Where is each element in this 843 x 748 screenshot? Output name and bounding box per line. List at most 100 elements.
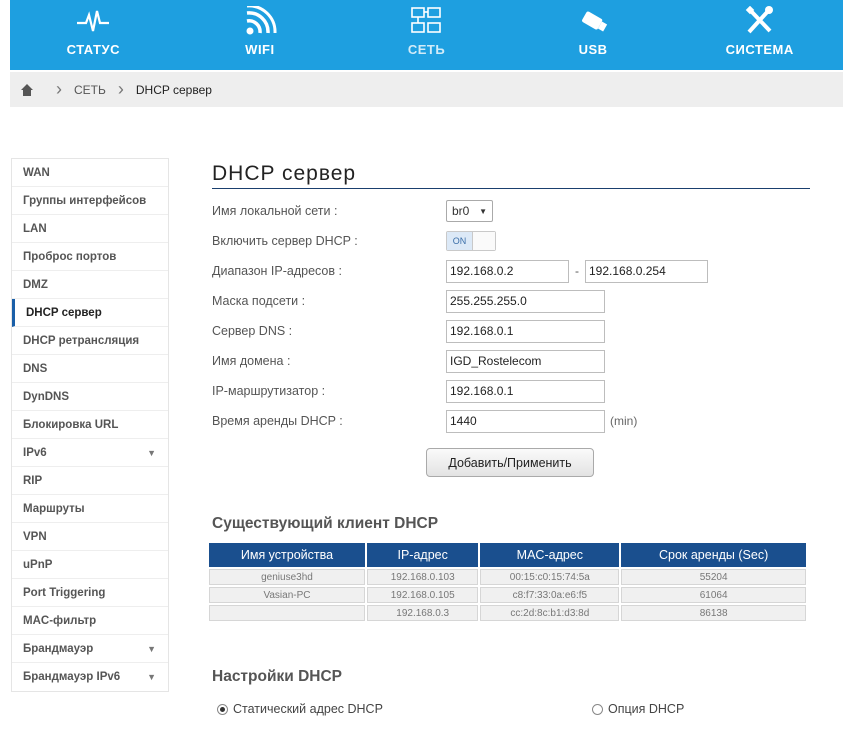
nav-usb[interactable]: USB	[510, 0, 677, 70]
row-domain: Имя домена : IGD_Rostelecom	[212, 349, 605, 373]
table-cell: Vasian-PC	[209, 587, 365, 603]
sidebar-item-label: DHCP сервер	[26, 306, 102, 319]
table-cell: 192.168.0.3	[366, 605, 479, 621]
nav-wifi[interactable]: WIFI	[177, 0, 344, 70]
chevron-right-icon: ›	[56, 79, 62, 99]
table-cell: 86138	[621, 605, 806, 621]
row-ip-range: Диапазон IP-адресов : 192.168.0.2 - 192.…	[212, 259, 708, 283]
ip-range-end-input[interactable]: 192.168.0.254	[585, 259, 708, 283]
breadcrumb-current: DHCP сервер	[135, 82, 212, 97]
dns-input[interactable]: 192.168.0.1	[446, 319, 605, 343]
dhcp-option-radio[interactable]: Опция DHCP	[592, 702, 684, 716]
sidebar-item-wan[interactable]: WAN	[12, 159, 168, 187]
table-cell: 61064	[621, 587, 806, 603]
sidebar-item-label: Группы интерфейсов	[23, 194, 147, 207]
sidebar-item-label: WAN	[23, 166, 50, 179]
dns-label: Сервер DNS :	[212, 324, 293, 338]
sidebar-item-label: uPnP	[23, 558, 53, 571]
static-dhcp-radio[interactable]: Статический адрес DHCP	[217, 702, 383, 716]
lease-label: Время аренды DHCP :	[212, 414, 343, 428]
caret-down-icon: ▼	[147, 447, 156, 458]
breadcrumb-network[interactable]: СЕТЬ	[74, 83, 106, 97]
sidebar-item-port-forwarding[interactable]: Проброс портов	[12, 243, 168, 271]
sidebar-item-label: Блокировка URL	[23, 418, 119, 431]
sidebar-item-label: DHCP ретрансляция	[23, 334, 140, 347]
subnet-input[interactable]: 255.255.255.0	[446, 289, 605, 313]
domain-label: Имя домена :	[212, 354, 291, 368]
column-header: MAC-адрес	[480, 543, 620, 567]
radio-checked-icon	[217, 703, 228, 715]
clients-title: Существующий клиент DHCP	[212, 515, 439, 532]
caret-down-icon: ▼	[147, 643, 156, 654]
caret-down-icon: ▼	[147, 672, 156, 682]
column-header: Имя устройства	[209, 543, 365, 567]
row-dns: Сервер DNS : 192.168.0.1	[212, 319, 605, 343]
sidebar-item-label: DMZ	[23, 278, 48, 291]
sidebar-item-dhcp-relay[interactable]: DHCP ретрансляция	[12, 327, 168, 355]
column-header: IP-адрес	[366, 543, 479, 567]
nav-usb-label: USB	[578, 42, 608, 57]
nav-system[interactable]: СИСТЕМА	[676, 0, 843, 70]
table-row: 192.168.0.3 cc:2d:8c:b1:d3:8d 86138	[209, 605, 806, 621]
sidebar-item-label: IPv6	[23, 446, 47, 459]
pulse-icon	[77, 10, 110, 32]
subnet-label: Маска подсети :	[212, 294, 306, 308]
table-cell: 192.168.0.105	[366, 587, 479, 603]
lease-input[interactable]: 1440	[446, 409, 605, 433]
sidebar-item-dns[interactable]: DNS	[12, 355, 168, 383]
sidebar-item-label: Маршруты	[23, 502, 85, 515]
sidebar-item-dyndns[interactable]: DynDNS	[12, 383, 168, 411]
dropdown-arrow-icon: ▼	[479, 206, 487, 216]
row-router: IP-маршрутизатор : 192.168.0.1	[212, 379, 605, 403]
sidebar-item-lan[interactable]: LAN	[12, 215, 168, 243]
sidebar-item-mac-filter[interactable]: MAC-фильтр	[12, 607, 168, 635]
table-cell: c8:f7:33:0a:e6:f5	[480, 587, 620, 603]
breadcrumb: › СЕТЬ › DHCP сервер	[10, 72, 843, 107]
sidebar-item-routes[interactable]: Маршруты	[12, 495, 168, 523]
sidebar-item-label: Брандмауэр	[23, 642, 94, 655]
column-header: Срок аренды (Sec)	[621, 543, 806, 567]
sidebar: WAN Группы интерфейсов LAN Проброс порто…	[11, 158, 169, 692]
ip-range-start-input[interactable]: 192.168.0.2	[446, 259, 569, 283]
table-cell: 55204	[621, 569, 806, 585]
sidebar-item-firewall-ipv6[interactable]: Брандмауэр IPv6 ▼	[12, 663, 168, 691]
table-cell: 00:15:c0:15:74:5a	[480, 569, 620, 585]
sidebar-item-rip[interactable]: RIP	[12, 467, 168, 495]
lan-name-select[interactable]: br0 ▼	[446, 200, 493, 222]
sidebar-item-port-triggering[interactable]: Port Triggering	[12, 579, 168, 607]
sidebar-item-vpn[interactable]: VPN	[12, 523, 168, 551]
sidebar-item-ipv6[interactable]: IPv6 ▼	[12, 439, 168, 467]
chevron-right-icon: ›	[117, 79, 124, 99]
lan-name-value: br0	[452, 204, 470, 218]
sidebar-item-url-block[interactable]: Блокировка URL	[12, 411, 168, 439]
page-title: DHCP сервер	[212, 162, 357, 185]
ip-range-label: Диапазон IP-адресов :	[212, 264, 342, 278]
dhcp-enable-toggle[interactable]: ON	[446, 231, 496, 251]
nav-system-label: СИСТЕМА	[725, 42, 794, 57]
sidebar-item-dhcp-server[interactable]: DHCP сервер	[12, 299, 168, 327]
toggle-knob	[473, 232, 495, 250]
usb-icon	[582, 11, 608, 32]
apply-button[interactable]: Добавить/Применить	[426, 448, 594, 477]
table-row: geniuse3hd 192.168.0.103 00:15:c0:15:74:…	[209, 569, 806, 585]
sidebar-item-firewall[interactable]: Брандмауэр ▼	[12, 635, 168, 663]
router-input[interactable]: 192.168.0.1	[446, 379, 605, 403]
nav-network[interactable]: СЕТЬ	[343, 0, 510, 70]
sidebar-item-label: VPN	[23, 530, 47, 543]
title-divider	[212, 188, 810, 189]
sidebar-item-interface-groups[interactable]: Группы интерфейсов	[12, 187, 168, 215]
sidebar-item-label: DynDNS	[23, 390, 70, 403]
sidebar-item-label: RIP	[23, 474, 43, 487]
home-icon[interactable]	[10, 83, 44, 97]
top-nav: СТАТУС WIFI СЕТЬ USB СИСТЕМА	[10, 0, 843, 70]
nav-status[interactable]: СТАТУС	[10, 0, 177, 70]
lan-name-label: Имя локальной сети :	[212, 204, 338, 218]
domain-input[interactable]: IGD_Rostelecom	[446, 349, 605, 373]
ip-range-dash: -	[575, 264, 579, 278]
dhcp-enable-label: Включить сервер DHCP :	[212, 234, 358, 248]
clients-table: Имя устройства IP-адрес MAC-адрес Срок а…	[207, 541, 808, 623]
row-dhcp-enable: Включить сервер DHCP : ON	[212, 229, 496, 253]
sidebar-item-dmz[interactable]: DMZ	[12, 271, 168, 299]
table-header-row: Имя устройства IP-адрес MAC-адрес Срок а…	[209, 543, 806, 567]
sidebar-item-upnp[interactable]: uPnP	[12, 551, 168, 579]
